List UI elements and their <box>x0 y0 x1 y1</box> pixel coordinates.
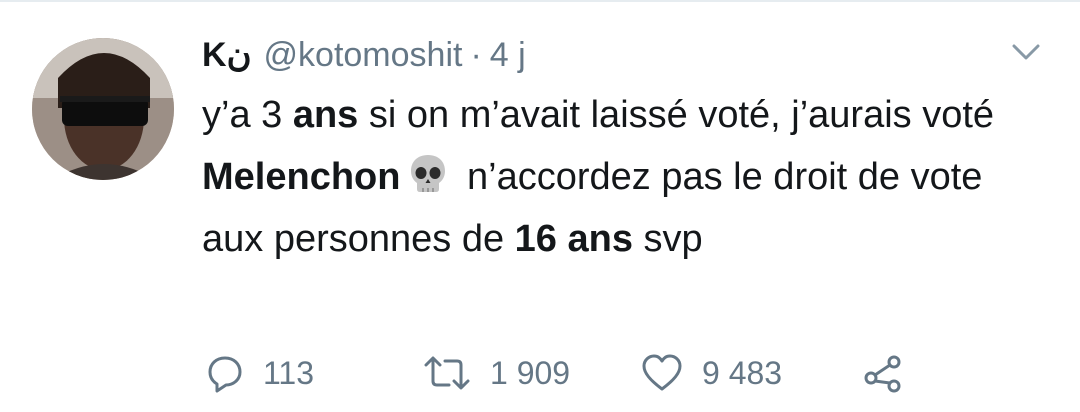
share-button[interactable] <box>862 348 904 398</box>
tweet-body: Kن @kotomoshit · 4 j y’a 3 ans si on m’a… <box>202 28 1042 270</box>
tweet-text-segment: si on m’avait laissé voté, j’aurais voté <box>358 94 995 136</box>
tweet-header: Kن @kotomoshit · 4 j <box>202 28 1042 82</box>
reply-button[interactable]: 113 <box>205 348 314 398</box>
chevron-down-icon[interactable] <box>1006 36 1046 66</box>
tweet-text-segment: y’a 3 <box>202 94 293 136</box>
author-name[interactable]: Kن <box>202 28 252 82</box>
tweet-text-segment: svp <box>632 218 703 260</box>
tweet-text: y’a 3 ans si on m’avait laissé voté, j’a… <box>202 84 1042 270</box>
separator-dot: · <box>470 36 482 74</box>
retweet-button[interactable]: 1 909 <box>422 348 570 398</box>
reply-icon <box>208 356 242 393</box>
tweet-actions: 113 1 909 9 483 <box>0 348 1080 398</box>
reply-count: 113 <box>263 354 315 391</box>
share-icon <box>864 355 901 393</box>
tweet-text-bold-segment: Melenchon <box>202 156 401 198</box>
tweet-timestamp[interactable]: 4 j <box>490 28 526 82</box>
author-handle[interactable]: @kotomoshit <box>264 28 463 82</box>
top-divider <box>0 0 1080 2</box>
avatar[interactable] <box>32 38 174 180</box>
tweet-text-bold-segment: ans <box>292 94 359 136</box>
like-count: 9 483 <box>702 354 783 391</box>
retweet-icon <box>424 356 470 390</box>
heart-icon <box>642 354 682 391</box>
skull-emoji <box>406 152 450 196</box>
tweet-text-bold-segment: 16 ans <box>514 218 633 260</box>
retweet-count: 1 909 <box>490 354 571 391</box>
avatar-image <box>32 38 174 180</box>
like-button[interactable]: 9 483 <box>640 348 782 398</box>
